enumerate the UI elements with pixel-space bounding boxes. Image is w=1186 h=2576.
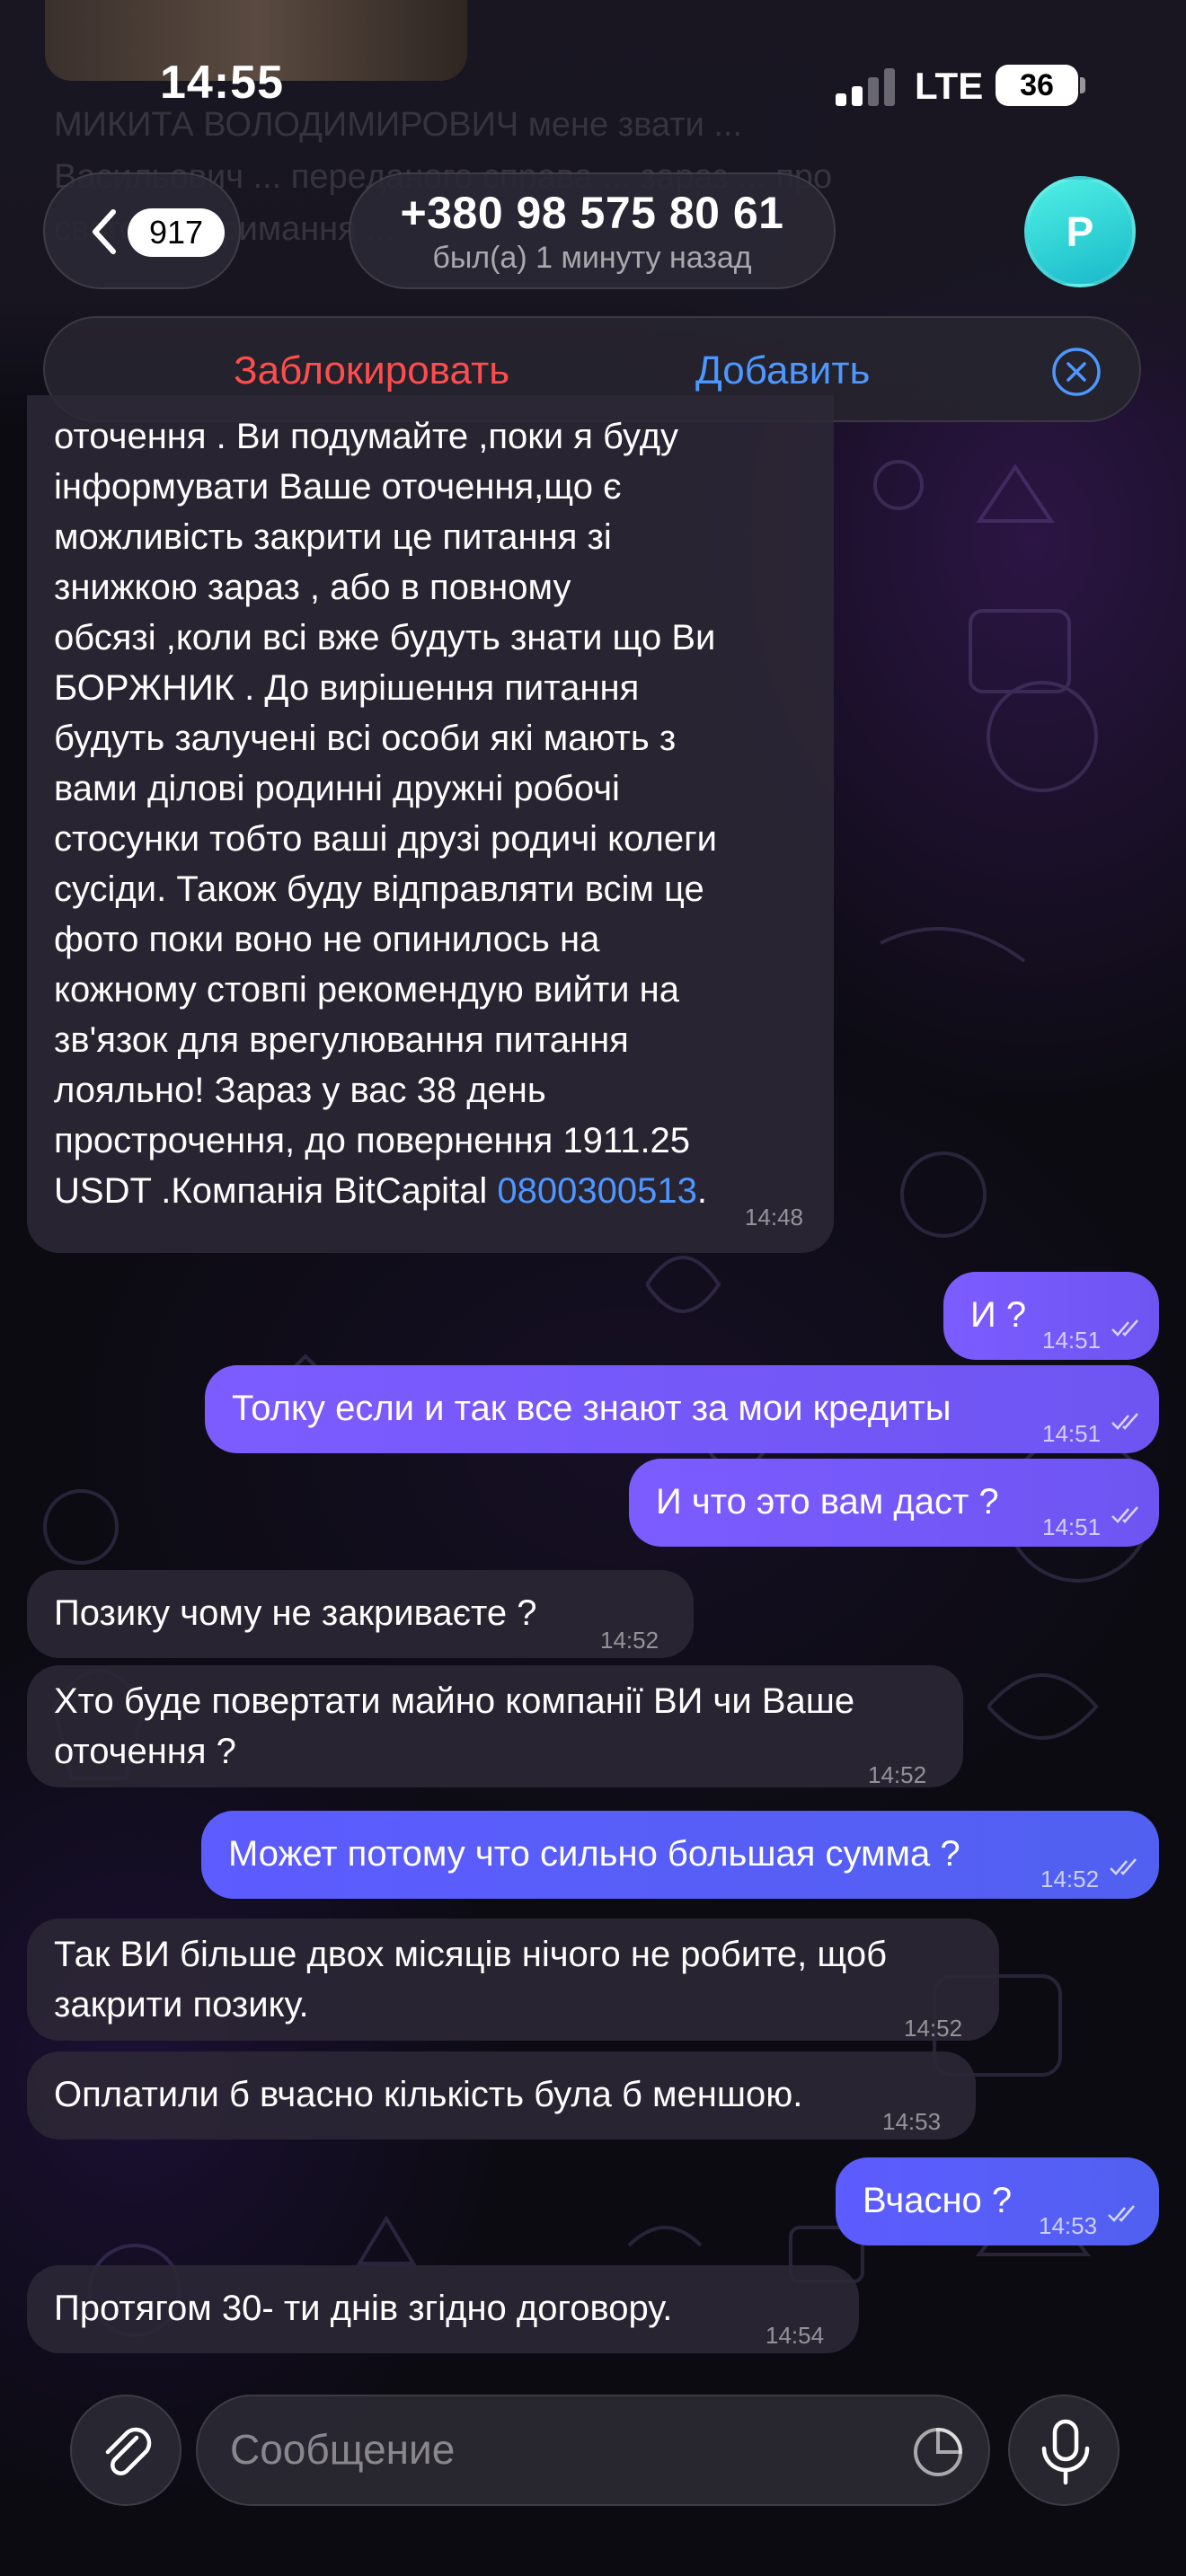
battery-nub [1080,77,1085,93]
avatar[interactable]: P [1024,176,1136,287]
message-line: стосунки тобто ваші друзі родичі колеги [54,819,718,859]
message-outgoing[interactable]: И что это вам даст ? 14:51 [629,1459,1159,1547]
message-time: 14:51 [1042,1420,1102,1447]
message-text: Толку если и так все знают за мои кредит… [232,1389,951,1428]
close-icon[interactable] [1051,347,1102,397]
battery-icon: 36 [996,65,1078,106]
message-line: будуть залучені всі особи які мають з [54,719,677,758]
block-button[interactable]: Заблокировать [234,348,509,393]
message-time: 14:52 [904,2015,963,2042]
message-line: обсязі ,коли всі вже будуть знати що Ви [54,618,716,657]
read-receipt-icon [1111,1413,1138,1430]
message-input[interactable]: Сообщение [196,2395,990,2506]
message-line: Так ВИ більше двох місяців нічого не роб… [54,1935,888,1974]
message-text: USDT .Компанія BitCapital [54,1171,498,1211]
message-outgoing[interactable]: Вчасно ? 14:53 [836,2157,1159,2245]
message-line: оточення ? [54,1732,236,1771]
message-line: сусіди. Також буду відправляти всім це [54,869,704,909]
message-line: вами ділові родинні дружні робочі [54,769,620,808]
network-type: LTE [915,65,984,107]
message-text: Вчасно ? [863,2181,1013,2220]
message-outgoing[interactable]: Может потому что сильно большая сумма ? … [201,1811,1159,1899]
message-input-placeholder: Сообщение [230,2426,456,2473]
message-text: Протягом 30- ти днів згідно договору. [54,2289,673,2328]
message-text: Может потому что сильно большая сумма ? [228,1834,960,1874]
message-line: знижкою зараз , або в повному [54,568,571,607]
message-time: 14:51 [1042,1327,1102,1354]
message-incoming[interactable]: Хто буде повертати майно компанії ВИ чи … [27,1665,963,1788]
unread-count-badge: 917 [128,208,225,257]
message-text: Позику чому не закриваєте ? [54,1593,537,1633]
phone-link[interactable]: 0800300513 [497,1171,696,1211]
message-line: закрити позику. [54,1985,309,2025]
message-incoming[interactable]: Так ВИ більше двох місяців нічого не роб… [27,1919,999,2042]
message-incoming[interactable]: Оплатили б вчасно кількість була б меншо… [27,2051,976,2139]
message-line: зв'язок для врегулювання питання [54,1020,629,1060]
message-time: 14:53 [882,2108,942,2135]
message-text: Оплатили б вчасно кількість була б меншо… [54,2075,803,2114]
message-time: 14:53 [1039,2212,1098,2239]
read-receipt-icon [1108,2205,1135,2222]
message-time: 14:52 [1040,1866,1100,1892]
attach-button[interactable] [70,2395,181,2506]
message-line: фото поки воно не опинилось на [54,920,600,959]
message-line: прострочення, до повернення 1911.25 [54,1121,691,1160]
read-receipt-icon [1111,1319,1138,1337]
message-line: оточення . Ви подумайте ,поки я буду [54,417,679,456]
signal-strength-icon [836,66,897,106]
message-line: інформувати Ваше оточення,що є [54,467,622,507]
contact-name: +380 98 575 80 61 [400,188,784,238]
message-line: USDT .Компанія BitCapital 0800300513. [54,1166,807,1216]
message-text: И что это вам даст ? [656,1482,999,1522]
message-incoming[interactable]: Позику чому не закриваєте ? 14:52 [27,1570,694,1658]
message-time: 14:52 [600,1627,659,1654]
paperclip-icon [105,2427,152,2475]
message-time: 14:51 [1042,1513,1102,1540]
message-time: 14:48 [744,1204,803,1231]
message-incoming[interactable]: Протягом 30- ти днів згідно договору. 14… [27,2265,859,2353]
message-line: БОРЖНИК . До вирішення питання [54,668,640,708]
message-time: 14:54 [766,2322,825,2349]
microphone-button[interactable] [1008,2395,1120,2506]
message-line: лояльно! Зараз у вас 38 день [54,1071,546,1110]
microphone-icon [1041,2419,1090,2485]
read-receipt-icon [1111,1506,1138,1523]
message-outgoing[interactable]: И ? 14:51 [943,1272,1159,1360]
message-text: . [696,1171,707,1211]
last-seen-status: был(а) 1 минуту назад [432,241,752,275]
message-line: кожному стовпі рекомендую вийти на [54,970,679,1010]
message-outgoing[interactable]: Толку если и так все знают за мои кредит… [205,1365,1159,1453]
back-button[interactable]: 917 [43,172,241,289]
sticker-icon[interactable] [909,2423,967,2481]
read-receipt-icon [1110,1858,1137,1875]
add-contact-button[interactable]: Добавить [695,348,870,393]
chat-title[interactable]: +380 98 575 80 61 был(а) 1 минуту назад [349,172,836,289]
message-text: И ? [970,1295,1027,1335]
message-line: Хто буде повертати майно компанії ВИ чи … [54,1681,855,1721]
message-line: можливість закрити це питання зі [54,517,612,557]
message-time: 14:52 [868,1761,927,1788]
message-incoming[interactable]: оточення . Ви подумайте ,поки я буду інф… [27,395,834,1253]
status-time: 14:55 [160,57,284,109]
